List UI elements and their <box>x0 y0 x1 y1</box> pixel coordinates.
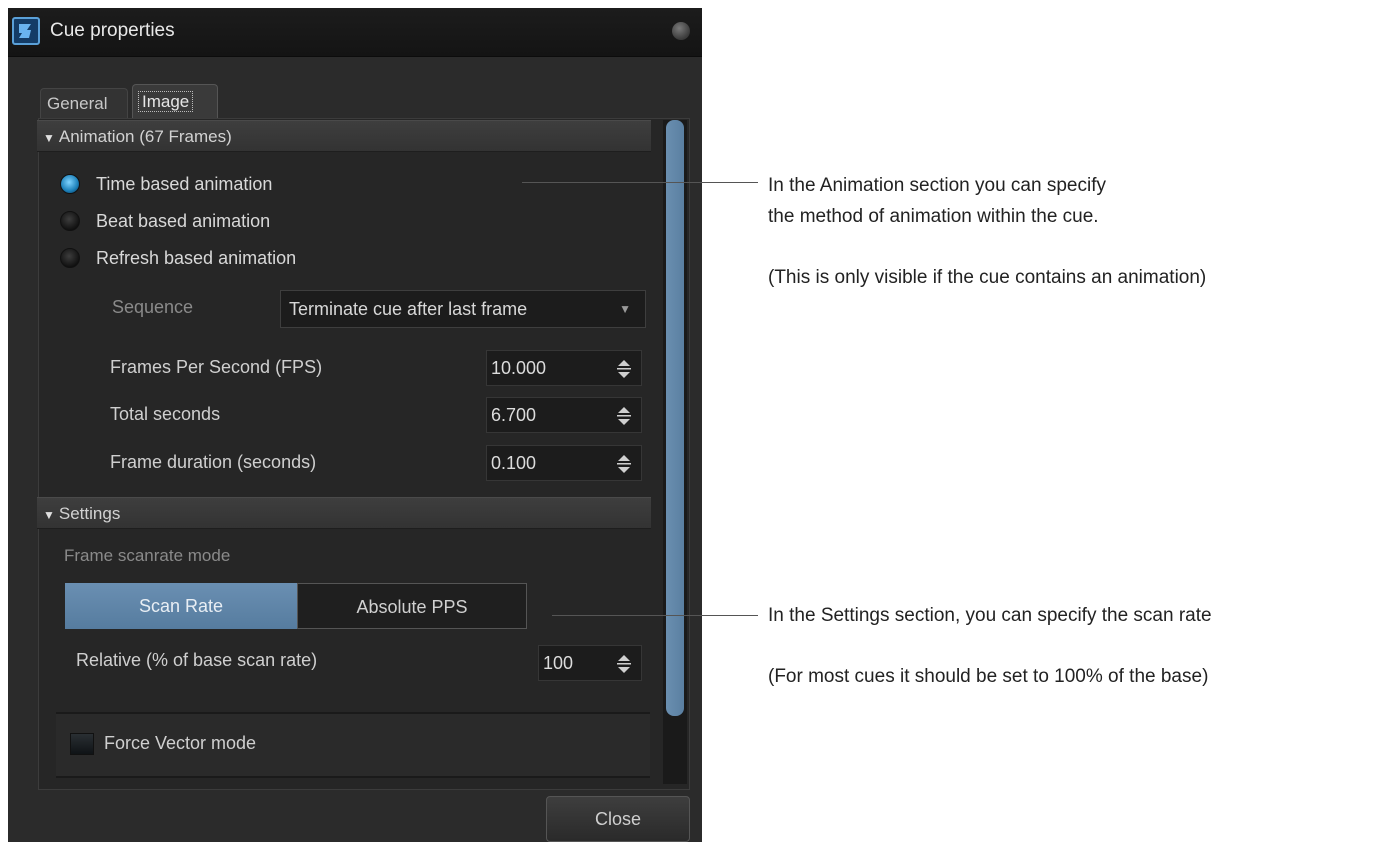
fps-value: 10.000 <box>491 358 547 378</box>
dropdown-caret-icon: ▼ <box>619 302 631 316</box>
animation-header-label: Animation (67 Frames) <box>58 127 232 146</box>
close-button[interactable]: Close <box>546 796 690 842</box>
force-vector-checkbox[interactable] <box>70 733 94 755</box>
spin-arrows-icon[interactable] <box>615 653 633 675</box>
radio-unselected-icon[interactable] <box>60 248 80 268</box>
fps-spinbox[interactable]: 10.000 <box>486 350 642 386</box>
close-button-label: Close <box>594 809 642 829</box>
animation-leader-line <box>522 182 758 183</box>
frame-duration-spinbox[interactable]: 0.100 <box>486 445 642 481</box>
relative-scan-rate-value: 100 <box>543 653 574 673</box>
collapse-arrow-icon: ▼ <box>43 508 55 522</box>
relative-scan-rate-label: Relative (% of base scan rate) <box>76 650 318 670</box>
total-seconds-spinbox[interactable]: 6.700 <box>486 397 642 433</box>
animation-note-line2: the method of animation within the cue. <box>768 206 1099 227</box>
tab-general-label: General <box>47 94 108 113</box>
scan-rate-button[interactable]: Scan Rate <box>65 583 297 629</box>
settings-note-line1: In the Settings section, you can specify… <box>768 605 1212 626</box>
collapse-arrow-icon: ▼ <box>43 131 55 145</box>
absolute-pps-button[interactable]: Absolute PPS <box>297 583 527 629</box>
frame-duration-label: Frame duration (seconds) <box>110 452 317 472</box>
sequence-value: Terminate cue after last frame <box>289 299 528 319</box>
absolute-pps-button-label: Absolute PPS <box>356 597 468 617</box>
settings-leader-line <box>552 615 758 616</box>
radio-beat-based-label: Beat based animation <box>96 211 271 231</box>
spin-arrows-icon[interactable] <box>615 358 633 380</box>
sequence-dropdown[interactable]: Terminate cue after last frame ▼ <box>280 290 646 328</box>
sequence-label: Sequence <box>112 297 194 317</box>
tab-general[interactable]: General <box>40 88 128 118</box>
spin-arrows-icon[interactable] <box>615 453 633 475</box>
app-logo-icon <box>12 17 40 45</box>
radio-refresh-based-label: Refresh based animation <box>96 248 297 268</box>
page: Cue properties General Image ▼ Animation … <box>0 0 1374 842</box>
title-bar[interactable]: Cue properties <box>8 8 702 57</box>
radio-selected-icon[interactable] <box>60 174 80 194</box>
animation-section-header[interactable]: ▼ Animation (67 Frames) <box>37 120 651 152</box>
animation-note-line1: In the Animation section you can specify <box>768 175 1106 196</box>
fps-label: Frames Per Second (FPS) <box>110 357 323 377</box>
tab-image-label: Image <box>137 91 194 112</box>
settings-section-header[interactable]: ▼ Settings <box>37 497 651 529</box>
scanrate-mode-label: Frame scanrate mode <box>64 546 231 565</box>
total-seconds-value: 6.700 <box>491 405 537 425</box>
scan-rate-button-label: Scan Rate <box>138 596 224 616</box>
radio-time-based-label: Time based animation <box>96 174 273 194</box>
scrollbar-thumb[interactable] <box>666 120 684 716</box>
settings-header-label: Settings <box>58 504 121 523</box>
spin-arrows-icon[interactable] <box>615 405 633 427</box>
total-seconds-label: Total seconds <box>110 404 221 424</box>
relative-scan-rate-spinbox[interactable]: 100 <box>538 645 642 681</box>
window-control-icon[interactable] <box>672 22 690 40</box>
tab-image[interactable]: Image <box>132 84 218 118</box>
frame-duration-value: 0.100 <box>491 453 537 473</box>
window-title: Cue properties <box>50 20 175 41</box>
animation-note-line3: (This is only visible if the cue contain… <box>768 267 1207 288</box>
radio-unselected-icon[interactable] <box>60 211 80 231</box>
force-vector-label: Force Vector mode <box>104 733 257 753</box>
settings-note-line2: (For most cues it should be set to 100% … <box>768 666 1209 687</box>
